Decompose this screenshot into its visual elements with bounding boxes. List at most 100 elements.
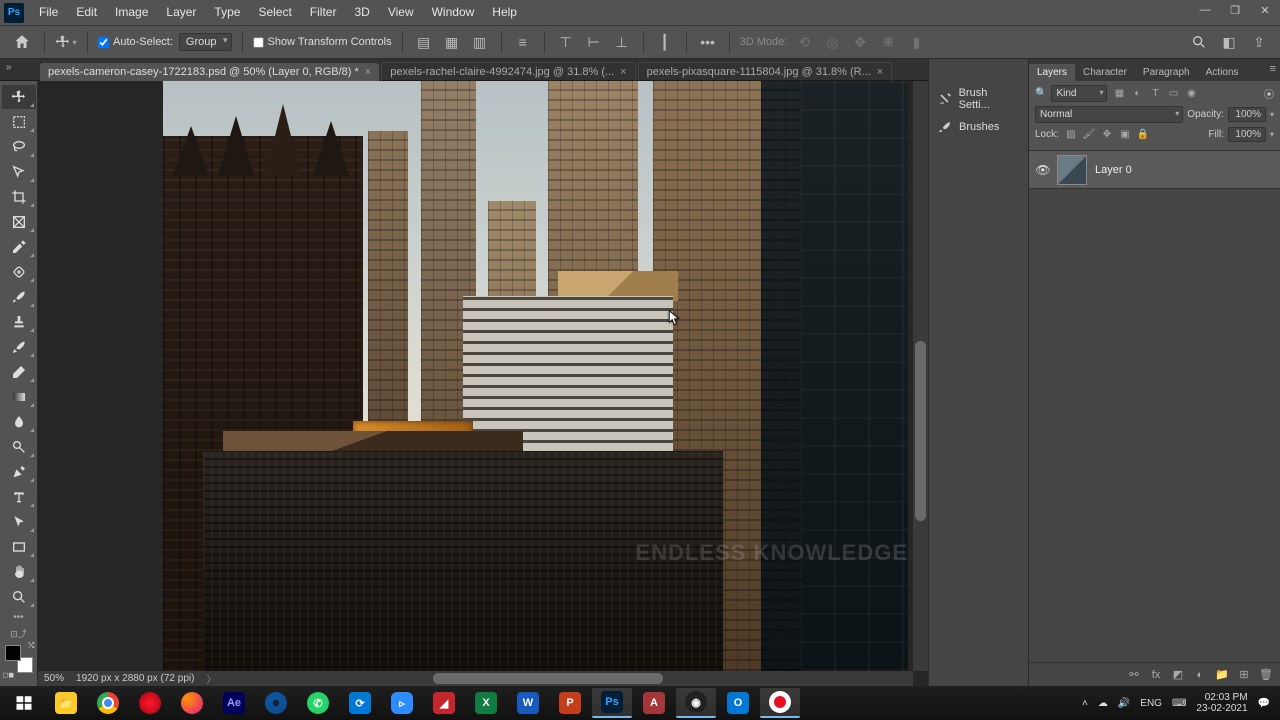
- marquee-tool[interactable]: [2, 110, 36, 134]
- align-top-icon[interactable]: ⊤: [555, 31, 577, 53]
- new-layer-icon[interactable]: ⊞: [1236, 667, 1252, 683]
- history-brush-tool[interactable]: [2, 335, 36, 359]
- filter-smart-icon[interactable]: ◉: [1183, 87, 1199, 101]
- layer-thumbnail[interactable]: [1057, 155, 1087, 185]
- document-canvas[interactable]: [163, 81, 908, 671]
- document-tab-2[interactable]: pexels-rachel-claire-4992474.jpg @ 31.8%…: [381, 62, 635, 81]
- start-button[interactable]: [4, 688, 44, 718]
- align-center-h-icon[interactable]: ▦: [441, 31, 463, 53]
- tray-clock[interactable]: 02:03 PM 23-02-2021: [1196, 692, 1247, 714]
- hand-tool[interactable]: [2, 560, 36, 584]
- expand-panels-left-icon[interactable]: »: [6, 62, 12, 73]
- home-icon[interactable]: [10, 30, 34, 54]
- mask-icon[interactable]: ◩: [1170, 667, 1186, 683]
- menu-3d[interactable]: 3D: [345, 0, 378, 25]
- fill-dropdown-icon[interactable]: ▾: [1270, 130, 1274, 139]
- layer-list[interactable]: 👁 Layer 0: [1029, 150, 1280, 662]
- filter-toggle-icon[interactable]: ⦿: [1264, 86, 1274, 101]
- layer-name[interactable]: Layer 0: [1095, 164, 1132, 176]
- taskbar-app2[interactable]: ◢: [424, 688, 464, 718]
- taskbar-word[interactable]: W: [508, 688, 548, 718]
- frame-tool[interactable]: [2, 210, 36, 234]
- canvas-area[interactable]: ENDLESS KNOWLEDGE 50% 1920 px x 2880 px …: [38, 81, 928, 686]
- tray-notifications-icon[interactable]: 💬: [1258, 698, 1270, 709]
- taskbar-aftereffects[interactable]: Ae: [214, 688, 254, 718]
- window-close[interactable]: ✕: [1250, 0, 1280, 20]
- taskbar-whatsapp[interactable]: ✆: [298, 688, 338, 718]
- character-tab[interactable]: Character: [1075, 64, 1135, 81]
- window-minimize[interactable]: —: [1190, 0, 1220, 20]
- quick-select-tool[interactable]: [2, 160, 36, 184]
- blur-tool[interactable]: [2, 410, 36, 434]
- document-tab-3[interactable]: pexels-pixasquare-1115804.jpg @ 31.8% (R…: [638, 62, 893, 81]
- tray-expand-icon[interactable]: ˄: [1082, 698, 1088, 709]
- visibility-toggle-icon[interactable]: 👁: [1029, 163, 1057, 177]
- taskbar-powerpoint[interactable]: P: [550, 688, 590, 718]
- align-bottom-icon[interactable]: ⊥: [611, 31, 633, 53]
- document-tab-1[interactable]: pexels-cameron-casey-1722183.psd @ 50% (…: [40, 63, 379, 81]
- lock-pixels-icon[interactable]: 🖌: [1081, 128, 1097, 142]
- edit-toolbar-icon[interactable]: ⊡⤴: [2, 625, 36, 641]
- opacity-dropdown-icon[interactable]: ▾: [1270, 110, 1274, 119]
- menu-file[interactable]: File: [30, 0, 67, 25]
- taskbar-explorer[interactable]: 📁: [46, 688, 86, 718]
- scrollbar-vertical[interactable]: [913, 81, 928, 671]
- taskbar-chrome[interactable]: [88, 688, 128, 718]
- panel-menu-icon[interactable]: ≡: [1270, 63, 1276, 75]
- brush-settings-panel-button[interactable]: Brush Setti...: [929, 83, 1028, 115]
- menu-view[interactable]: View: [379, 0, 423, 25]
- taskbar-access[interactable]: A: [634, 688, 674, 718]
- tray-onedrive-icon[interactable]: ☁: [1098, 698, 1108, 709]
- menu-window[interactable]: Window: [423, 0, 484, 25]
- filter-adjust-icon[interactable]: ◐: [1129, 87, 1145, 101]
- align-stroke-icon[interactable]: ┃: [654, 31, 676, 53]
- status-arrow-icon[interactable]: 〉: [206, 671, 216, 686]
- taskbar-app1[interactable]: ⟳: [340, 688, 380, 718]
- adjustment-icon[interactable]: ◐: [1192, 667, 1208, 683]
- window-maximize[interactable]: ❐: [1220, 0, 1250, 20]
- menu-type[interactable]: Type: [205, 0, 249, 25]
- brushes-panel-button[interactable]: Brushes: [929, 115, 1028, 139]
- menu-filter[interactable]: Filter: [301, 0, 346, 25]
- zoom-tool[interactable]: [2, 585, 36, 609]
- close-tab-icon[interactable]: ×: [877, 66, 883, 78]
- move-tool-icon[interactable]: ▾: [55, 31, 77, 53]
- filter-pixel-icon[interactable]: ▦: [1111, 87, 1127, 101]
- filter-type-icon[interactable]: T: [1147, 87, 1163, 101]
- healing-tool[interactable]: [2, 260, 36, 284]
- taskbar-obs[interactable]: ◉: [676, 688, 716, 718]
- actions-tab[interactable]: Actions: [1198, 64, 1247, 81]
- pen-tool[interactable]: [2, 460, 36, 484]
- color-swatches[interactable]: ⤭ ◻◼: [5, 645, 33, 673]
- rectangle-tool[interactable]: [2, 535, 36, 559]
- crop-tool[interactable]: [2, 185, 36, 209]
- paragraph-tab[interactable]: Paragraph: [1135, 64, 1198, 81]
- brush-tool[interactable]: [2, 285, 36, 309]
- move-tool[interactable]: [2, 85, 36, 109]
- type-tool[interactable]: [2, 485, 36, 509]
- filter-shape-icon[interactable]: ▭: [1165, 87, 1181, 101]
- taskbar-opera[interactable]: [130, 688, 170, 718]
- menu-help[interactable]: Help: [483, 0, 526, 25]
- link-layers-icon[interactable]: ⚯: [1126, 667, 1142, 683]
- eraser-tool[interactable]: [2, 360, 36, 384]
- swap-colors-icon[interactable]: ⤭: [28, 641, 34, 651]
- search-icon[interactable]: 🔍: [1035, 88, 1047, 99]
- layers-tab[interactable]: Layers: [1029, 64, 1075, 81]
- layer-row[interactable]: 👁 Layer 0: [1029, 151, 1280, 189]
- share-icon[interactable]: ⇪: [1248, 31, 1270, 53]
- blend-mode-dropdown[interactable]: Normal: [1035, 106, 1183, 123]
- zoom-level[interactable]: 50%: [44, 673, 64, 684]
- menu-layer[interactable]: Layer: [157, 0, 205, 25]
- lock-position-icon[interactable]: ✥: [1099, 128, 1115, 142]
- eyedropper-tool[interactable]: [2, 235, 36, 259]
- align-right-icon[interactable]: ▥: [469, 31, 491, 53]
- close-tab-icon[interactable]: ×: [620, 66, 626, 78]
- foreground-color[interactable]: [5, 645, 21, 661]
- align-left-icon[interactable]: ▤: [413, 31, 435, 53]
- tray-language[interactable]: ENG: [1140, 698, 1162, 709]
- menu-select[interactable]: Select: [249, 0, 300, 25]
- taskbar-firefox[interactable]: [172, 688, 212, 718]
- lock-artboard-icon[interactable]: ▣: [1117, 128, 1133, 142]
- close-tab-icon[interactable]: ×: [365, 66, 371, 78]
